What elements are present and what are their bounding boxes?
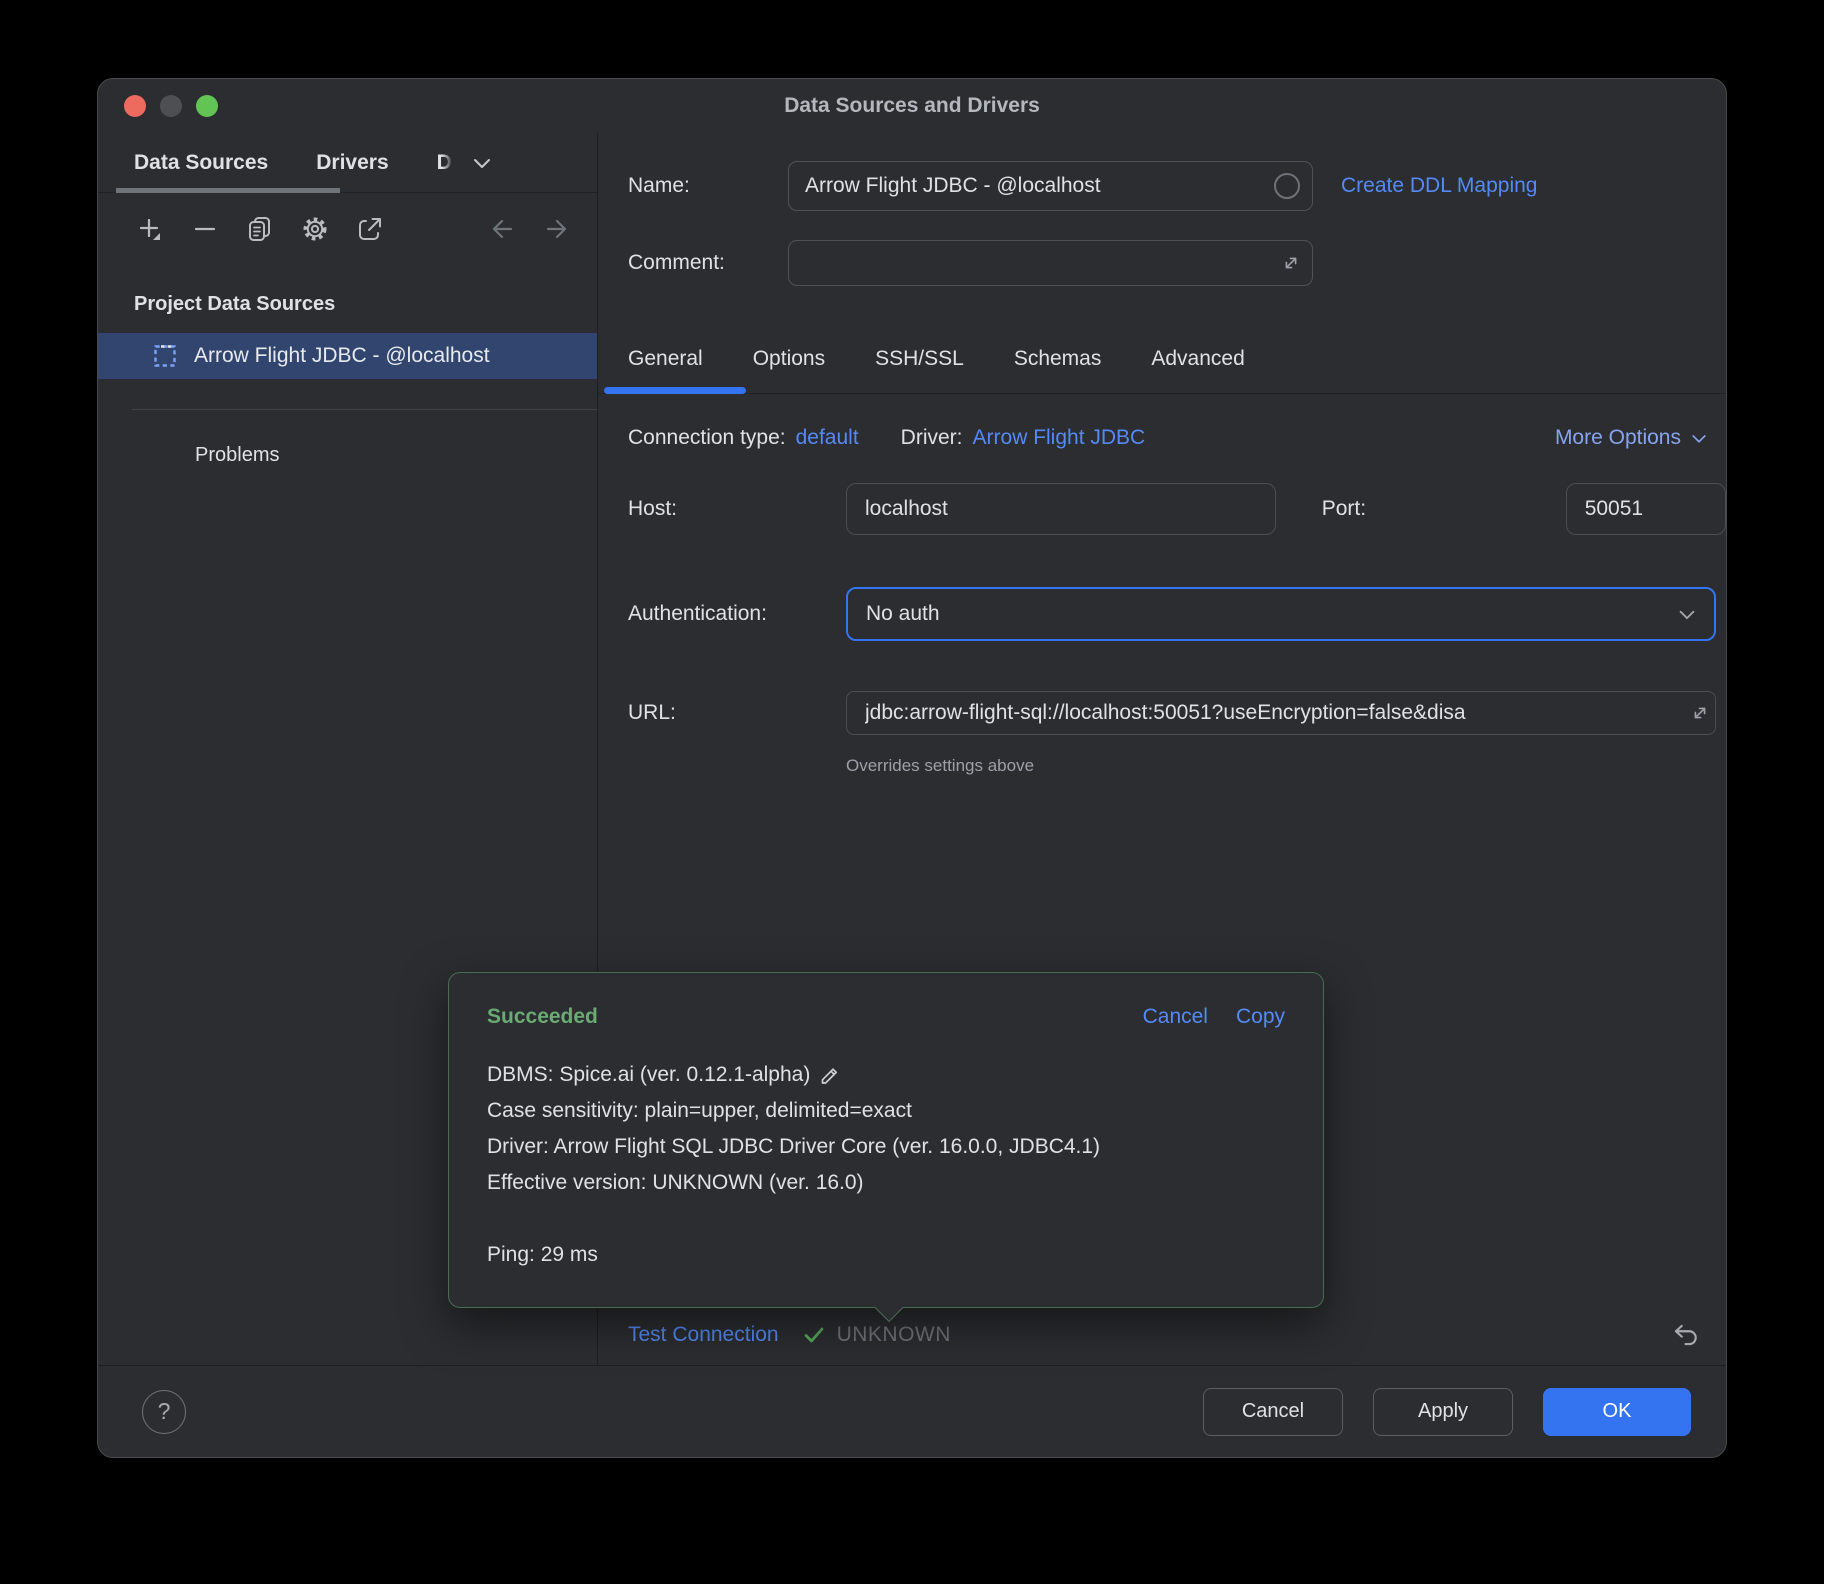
- popup-cancel-link[interactable]: Cancel: [1143, 1005, 1208, 1029]
- revert-icon[interactable]: [1670, 1320, 1700, 1350]
- driver-value-link[interactable]: Arrow Flight JDBC: [973, 426, 1146, 450]
- connection-result-text: UNKNOWN: [837, 1323, 951, 1347]
- popup-ping-line: Ping: 29 ms: [487, 1237, 1285, 1273]
- select-chevron-down-icon: [1676, 603, 1698, 625]
- popup-effective-version-line: Effective version: UNKNOWN (ver. 16.0): [487, 1165, 1285, 1201]
- sidebar-toolbar: [98, 193, 597, 265]
- authentication-select[interactable]: No auth: [846, 587, 1716, 641]
- name-label: Name:: [628, 174, 788, 198]
- popup-copy-link[interactable]: Copy: [1236, 1005, 1285, 1029]
- dialog-data-sources-and-drivers: Data Sources and Drivers Data Sources Dr…: [97, 78, 1727, 1458]
- tab-overflow-chevron-down-icon[interactable]: [470, 151, 494, 175]
- port-value: 50051: [1585, 497, 1643, 521]
- more-options-button[interactable]: More Options: [1555, 426, 1709, 450]
- chevron-down-icon: [1689, 428, 1709, 448]
- host-label: Host:: [628, 497, 846, 521]
- open-in-new-window-icon[interactable]: [354, 213, 386, 245]
- data-source-icon: [152, 343, 178, 369]
- remove-data-source-icon[interactable]: [189, 213, 221, 245]
- popup-driver-line: Driver: Arrow Flight SQL JDBC Driver Cor…: [487, 1129, 1285, 1165]
- host-value: localhost: [865, 497, 948, 521]
- tab-schemas[interactable]: Schemas: [1014, 347, 1102, 371]
- popup-dbms-line: DBMS: Spice.ai (ver. 0.12.1-alpha): [487, 1057, 1285, 1093]
- active-tab-indicator: [116, 188, 340, 193]
- duplicate-icon[interactable]: [244, 213, 276, 245]
- name-input[interactable]: Arrow Flight JDBC - @localhost: [788, 161, 1313, 211]
- authentication-label: Authentication:: [628, 602, 846, 626]
- url-label: URL:: [628, 701, 846, 725]
- apply-button[interactable]: Apply: [1373, 1388, 1513, 1436]
- tab-options[interactable]: Options: [753, 347, 825, 371]
- create-ddl-mapping-link[interactable]: Create DDL Mapping: [1341, 174, 1538, 198]
- test-connection-bar: Test Connection UNKNOWN: [598, 1305, 1726, 1365]
- tab-general[interactable]: General: [628, 347, 703, 371]
- tree-item-label: Arrow Flight JDBC - @localhost: [194, 344, 490, 368]
- titlebar: Data Sources and Drivers: [98, 79, 1726, 133]
- form-header: Name: Arrow Flight JDBC - @localhost Cre…: [598, 133, 1726, 286]
- tab-drivers[interactable]: Drivers: [316, 151, 388, 175]
- tree-divider: [132, 409, 597, 410]
- help-button[interactable]: ?: [142, 1390, 186, 1434]
- test-connection-result-popup: Succeeded Cancel Copy DBMS: Spice.ai (ve…: [448, 972, 1324, 1308]
- edit-pencil-icon[interactable]: [818, 1063, 842, 1087]
- authentication-value: No auth: [866, 602, 940, 626]
- name-field-spinner-icon: [1274, 173, 1300, 199]
- connection-type-label: Connection type:: [628, 426, 786, 450]
- comment-label: Comment:: [628, 251, 788, 275]
- back-arrow-icon[interactable]: [486, 213, 518, 245]
- ok-button[interactable]: OK: [1543, 1388, 1691, 1436]
- tab-advanced[interactable]: Advanced: [1151, 347, 1244, 371]
- project-data-sources-header: Project Data Sources: [98, 289, 597, 319]
- tree-item-problems[interactable]: Problems: [98, 440, 597, 470]
- name-value: Arrow Flight JDBC - @localhost: [805, 174, 1101, 198]
- tree-item-arrow-flight-jdbc[interactable]: Arrow Flight JDBC - @localhost: [98, 333, 597, 379]
- expand-url-icon[interactable]: [1689, 702, 1711, 724]
- popup-case-sensitivity-line: Case sensitivity: plain=upper, delimited…: [487, 1093, 1285, 1129]
- port-input[interactable]: 50051: [1566, 483, 1726, 535]
- add-data-source-icon[interactable]: [134, 213, 166, 245]
- url-input[interactable]: jdbc:arrow-flight-sql://localhost:50051?…: [846, 691, 1716, 735]
- cancel-button[interactable]: Cancel: [1203, 1388, 1343, 1436]
- test-connection-link[interactable]: Test Connection: [628, 1323, 779, 1347]
- port-label: Port:: [1322, 497, 1540, 521]
- popup-status-succeeded: Succeeded: [487, 1005, 598, 1029]
- success-check-icon: [801, 1322, 827, 1348]
- url-value: jdbc:arrow-flight-sql://localhost:50051?…: [865, 701, 1466, 725]
- tab-ddl-mappings-truncated[interactable]: D: [437, 151, 452, 175]
- sidebar-tab-strip: Data Sources Drivers D: [98, 133, 597, 193]
- gear-icon[interactable]: [299, 213, 331, 245]
- forward-arrow-icon[interactable]: [541, 213, 573, 245]
- expand-comment-icon[interactable]: [1280, 252, 1302, 274]
- more-options-label: More Options: [1555, 426, 1681, 450]
- active-settings-tab-indicator: [604, 387, 746, 394]
- window-title: Data Sources and Drivers: [98, 94, 1726, 118]
- dialog-footer: ? Cancel Apply OK: [98, 1365, 1726, 1457]
- driver-label: Driver:: [901, 426, 963, 450]
- connection-type-value-link[interactable]: default: [796, 426, 859, 450]
- url-caption: Overrides settings above: [846, 756, 1726, 776]
- settings-tab-strip: General Options SSH/SSL Schemas Advanced: [598, 310, 1726, 394]
- popup-dbms-text: DBMS: Spice.ai (ver. 0.12.1-alpha): [487, 1057, 810, 1093]
- comment-input[interactable]: [788, 240, 1313, 286]
- tab-ssh-ssl[interactable]: SSH/SSL: [875, 347, 964, 371]
- host-input[interactable]: localhost: [846, 483, 1276, 535]
- screenshot-canvas: Data Sources and Drivers Data Sources Dr…: [0, 0, 1824, 1584]
- tab-data-sources[interactable]: Data Sources: [134, 151, 268, 175]
